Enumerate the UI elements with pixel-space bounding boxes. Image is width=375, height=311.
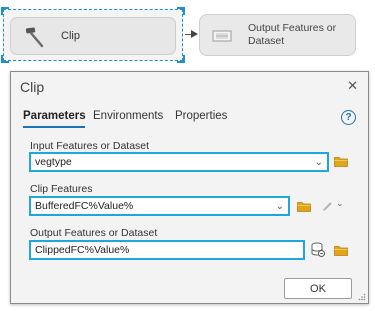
folder-icon[interactable]: [297, 201, 311, 212]
clip-features-value: BufferedFC%Value%: [35, 200, 134, 212]
dataset-icon: [212, 30, 232, 42]
hammer-icon: [25, 27, 44, 48]
pencil-icon[interactable]: [322, 201, 333, 212]
tool-label: Clip: [61, 30, 80, 42]
app-canvas: Clip Output Features or Dataset Clip ✕ P…: [0, 0, 375, 311]
output-features-label: Output Features or Dataset: [30, 227, 158, 239]
clip-features-dropdown[interactable]: BufferedFC%Value% ⌄: [29, 196, 290, 216]
connector-arrow: [191, 30, 198, 38]
tab-environments[interactable]: Environments: [93, 110, 163, 122]
resize-grip-icon[interactable]: [358, 293, 366, 301]
chevron-down-icon: ⌄: [275, 201, 284, 212]
output-features-input[interactable]: ClippedFC%Value%: [29, 240, 305, 260]
chevron-down-icon: ⌄: [314, 157, 323, 168]
folder-icon[interactable]: [334, 156, 348, 167]
clip-tool-dialog: Clip ✕ Parameters Environments Propertie…: [10, 71, 369, 304]
output-variable-label: Output Features or Dataset: [248, 22, 337, 47]
tool-element-body[interactable]: Clip: [10, 17, 176, 55]
folder-icon[interactable]: [334, 245, 348, 256]
close-icon[interactable]: ✕: [347, 78, 358, 94]
selection-corner: [1, 55, 9, 63]
input-features-label: Input Features or Dataset: [30, 140, 150, 152]
selection-corner: [1, 7, 9, 15]
output-features-value: ClippedFC%Value%: [35, 244, 130, 256]
clip-features-label: Clip Features: [30, 183, 93, 195]
input-features-dropdown[interactable]: vegtype ⌄: [29, 152, 329, 172]
model-output-variable[interactable]: Output Features or Dataset: [199, 14, 356, 56]
dialog-title: Clip: [20, 79, 45, 95]
chevron-down-icon[interactable]: ⌄: [336, 198, 344, 209]
model-tool-clip[interactable]: Clip: [1, 7, 185, 63]
ok-button[interactable]: OK: [284, 278, 352, 299]
selection-corner: [177, 55, 185, 63]
tab-properties[interactable]: Properties: [175, 110, 227, 122]
input-features-value: vegtype: [35, 156, 72, 168]
tab-parameters[interactable]: Parameters: [23, 110, 86, 122]
database-icon[interactable]: [311, 242, 325, 257]
active-tab-indicator: [23, 126, 85, 128]
selection-corner: [177, 7, 185, 15]
help-icon[interactable]: ?: [341, 110, 356, 125]
